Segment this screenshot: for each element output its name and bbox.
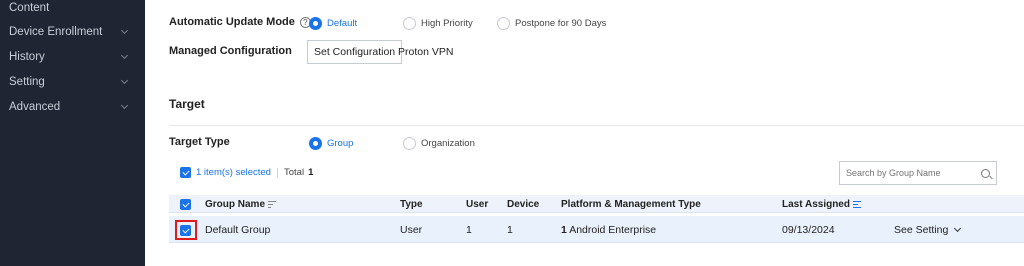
- sort-icon[interactable]: [852, 201, 861, 208]
- chevron-down-icon: [120, 101, 129, 109]
- sidebar-item-label: Device Enrollment: [9, 25, 103, 38]
- column-header-group-name[interactable]: Group Name: [205, 199, 277, 210]
- radio-update-postpone[interactable]: Postpone for 90 Days: [497, 17, 606, 30]
- radio-target-organization[interactable]: Organization: [403, 137, 475, 150]
- search-input[interactable]: [846, 168, 981, 178]
- radio-unchecked-icon: [403, 137, 416, 150]
- set-configuration-button[interactable]: Set Configuration: [307, 40, 403, 64]
- target-section: Target: [169, 97, 205, 111]
- total-label: Total: [283, 167, 305, 178]
- selected-count-text: 1 item(s) selected: [196, 167, 271, 178]
- sort-icon[interactable]: [268, 201, 277, 208]
- radio-label: High Priority: [421, 18, 473, 29]
- sidebar: Content Device Enrollment History Settin…: [0, 0, 145, 266]
- search-icon[interactable]: [981, 168, 990, 178]
- main-content: Automatic Update Mode ? Default High Pri…: [145, 0, 1024, 266]
- device-cell: 1: [507, 224, 513, 236]
- radio-target-group[interactable]: Group: [309, 137, 353, 150]
- radio-update-default[interactable]: Default: [309, 17, 357, 30]
- selection-summary: 1 item(s) selected Total 1: [180, 167, 313, 178]
- radio-checked-icon: [309, 17, 322, 30]
- column-header-type: Type: [400, 199, 423, 210]
- column-header-device: Device: [507, 199, 540, 210]
- target-type-row: Target Type: [169, 136, 230, 148]
- radio-label: Postpone for 90 Days: [515, 18, 607, 29]
- radio-label: Default: [327, 18, 358, 29]
- sidebar-item-setting[interactable]: Setting: [0, 69, 145, 94]
- update-mode-label: Automatic Update Mode: [169, 16, 295, 28]
- radio-checked-icon: [309, 137, 322, 150]
- sidebar-item-label: Setting: [9, 75, 45, 88]
- platform-cell: 1 Android Enterprise: [561, 224, 656, 236]
- radio-label: Organization: [421, 138, 475, 149]
- sidebar-item-device-enrollment[interactable]: Device Enrollment: [0, 19, 145, 44]
- platform-name: Android Enterprise: [569, 224, 657, 236]
- radio-label: Group: [327, 138, 354, 149]
- select-all-checkbox[interactable]: [180, 199, 191, 210]
- user-cell: 1: [466, 224, 472, 236]
- see-setting-dropdown[interactable]: See Setting: [894, 224, 962, 236]
- column-label: Group Name: [205, 199, 266, 210]
- chevron-down-icon: [120, 26, 129, 34]
- managed-config-value: Proton VPN: [398, 46, 454, 58]
- sidebar-item-label: Advanced: [9, 100, 61, 113]
- sidebar-item-content[interactable]: Content: [0, 0, 145, 19]
- last-assigned-cell: 09/13/2024: [782, 224, 835, 236]
- select-summary-checkbox[interactable]: [180, 167, 191, 178]
- column-header-user: User: [466, 199, 489, 210]
- target-section-title: Target: [169, 97, 205, 111]
- column-header-platform: Platform & Management Type: [561, 199, 701, 210]
- see-setting-label: See Setting: [894, 224, 949, 236]
- row-checkbox[interactable]: [180, 225, 191, 236]
- total-count: 1: [308, 167, 314, 178]
- group-search-box: [839, 161, 997, 185]
- update-mode-row: Automatic Update Mode ?: [169, 16, 311, 28]
- radio-unchecked-icon: [403, 17, 416, 30]
- group-name-cell: Default Group: [205, 224, 271, 236]
- platform-count: 1: [561, 224, 567, 236]
- sidebar-item-label: Content: [9, 2, 50, 14]
- sidebar-item-history[interactable]: History: [0, 44, 145, 69]
- managed-config-label: Managed Configuration: [169, 45, 292, 57]
- radio-update-high-priority[interactable]: High Priority: [403, 17, 473, 30]
- divider: [276, 167, 278, 178]
- radio-unchecked-icon: [497, 17, 510, 30]
- column-label: Last Assigned: [782, 199, 850, 210]
- sidebar-item-advanced[interactable]: Advanced: [0, 94, 145, 119]
- type-cell: User: [400, 224, 423, 236]
- sidebar-item-label: History: [9, 50, 45, 63]
- section-divider: [169, 125, 1024, 126]
- target-type-label: Target Type: [169, 136, 230, 148]
- managed-config-row: Managed Configuration: [169, 45, 292, 57]
- column-header-last-assigned[interactable]: Last Assigned: [782, 199, 861, 210]
- chevron-down-icon: [120, 76, 129, 84]
- chevron-down-icon: [954, 224, 962, 233]
- chevron-down-icon: [120, 51, 129, 59]
